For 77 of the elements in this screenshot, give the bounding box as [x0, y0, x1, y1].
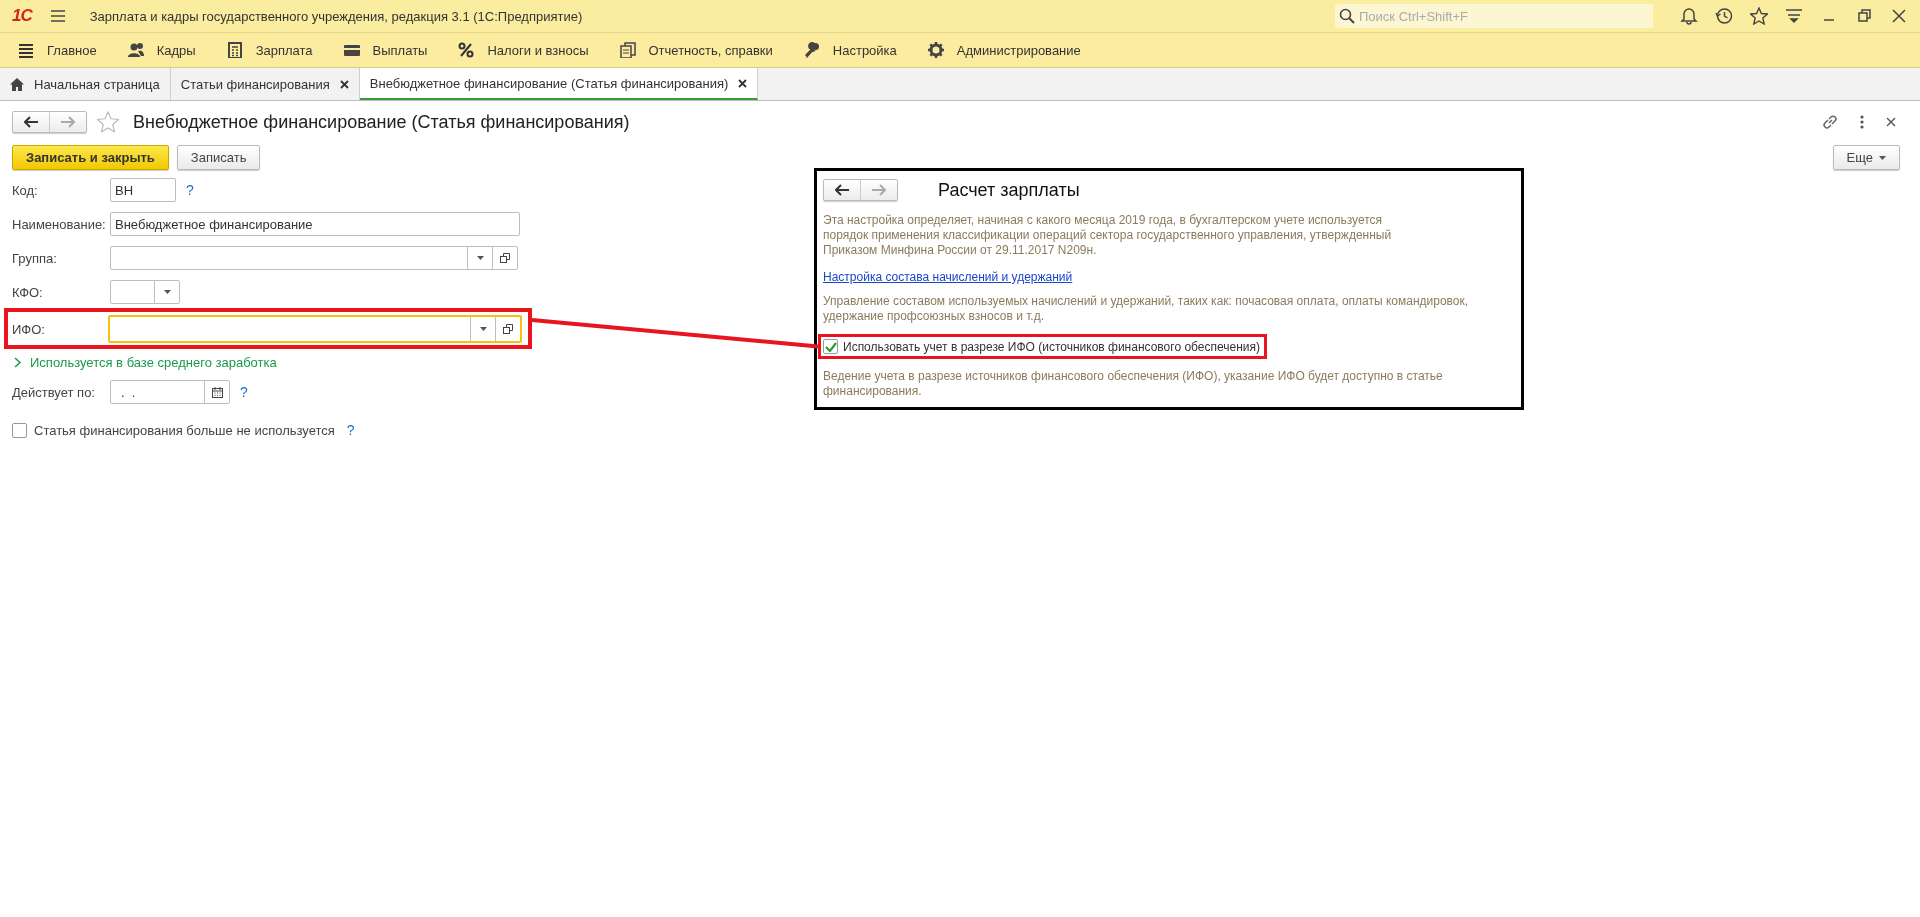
menu-item[interactable]: Выплаты — [372, 42, 428, 58]
dropdown-icon[interactable] — [163, 290, 171, 294]
calendar-icon[interactable] — [211, 386, 223, 398]
tab[interactable]: Внебюджетное финансирование (Статья финансирования) — [359, 68, 759, 100]
caret-icon — [1879, 155, 1886, 160]
save-button[interactable]: Записать — [176, 145, 261, 170]
star-icon[interactable] — [1750, 7, 1768, 25]
dropdown-icon[interactable] — [476, 256, 484, 260]
help-link[interactable]: ? — [346, 422, 355, 438]
menu-item[interactable]: Главное — [47, 42, 97, 58]
description-text: Ведение учета в разрезе источников финансового обеспечения (ИФО), указание ИФО будет доступно в статье финансирования. — [823, 369, 1444, 399]
search-icon — [1339, 8, 1355, 24]
link-icon[interactable] — [1822, 114, 1838, 130]
app-logo: 1С — [12, 6, 32, 26]
menu-icon[interactable] — [49, 9, 66, 23]
close-icon[interactable] — [339, 79, 349, 89]
arrow-left-icon — [24, 116, 38, 128]
save-and-close-button[interactable]: Записать и закрыть — [12, 145, 169, 170]
panel-title: Расчет зарплаты — [938, 179, 1080, 201]
window-title: Зарплата и кадры государственного учреждения, редакция 3.1 (1С:Предприятие) — [89, 8, 583, 24]
card-icon — [343, 42, 360, 58]
help-link[interactable]: ? — [186, 182, 194, 198]
field-label: Группа: — [12, 250, 58, 266]
select-field[interactable] — [108, 315, 522, 343]
close-icon[interactable] — [1886, 117, 1896, 127]
description-text: Эта настройка определяет, начиная с какого месяца 2019 года, в бухгалтерском учете используется порядок применения классификации операций сектора государственного управления, утвержденный Приказом Минфина России от 29.11.2017 N209н. — [823, 213, 1393, 258]
people-icon — [127, 42, 144, 58]
checkbox-label: Статья финансирования больше не используется — [34, 422, 335, 438]
field-label: Код: — [12, 182, 39, 198]
chevron-right-icon[interactable] — [14, 357, 22, 368]
menu-item[interactable]: Зарплата — [255, 42, 313, 58]
date-field[interactable]: . . — [110, 380, 230, 404]
filter-menu-icon[interactable] — [1785, 7, 1803, 25]
settings-link[interactable]: Настройка состава начислений и удержаний — [823, 270, 1073, 284]
select-field[interactable] — [110, 246, 518, 270]
field-label: КФО: — [12, 284, 44, 300]
close-icon[interactable] — [1890, 7, 1908, 25]
tab[interactable]: Статьи финансирования — [170, 68, 360, 100]
arrow-left-icon — [835, 184, 849, 196]
description-text: Управление составом используемых начислений и удержаний, таких как: почасовая оплата, оплаты командировок, удержание профсоюзных взносов и т.д. — [823, 294, 1470, 324]
star-icon[interactable] — [97, 111, 119, 133]
checkbox[interactable] — [12, 422, 27, 438]
field-label: Действует по: — [12, 384, 96, 400]
gear-icon — [927, 42, 944, 58]
documents-icon — [619, 42, 636, 58]
arrow-right-icon — [872, 184, 886, 196]
bell-icon[interactable] — [1680, 7, 1698, 25]
open-icon[interactable] — [500, 253, 510, 263]
field-label: Наименование: — [12, 216, 107, 232]
close-icon[interactable] — [738, 78, 748, 88]
more-icon[interactable] — [1860, 115, 1864, 129]
checkbox-label: Использовать учет в разрезе ИФО (источников финансового обеспечения) — [843, 339, 1260, 354]
menu-item[interactable]: Кадры — [156, 42, 196, 58]
menu-icon — [18, 42, 34, 58]
expander-link[interactable]: Используется в базе среднего заработка — [30, 355, 277, 370]
open-icon[interactable] — [503, 324, 513, 334]
menu-item[interactable]: Налоги и взносы — [487, 42, 589, 58]
checkbox[interactable] — [823, 339, 838, 354]
input-field[interactable]: Внебюджетное финансирование — [110, 212, 520, 236]
home-icon — [10, 77, 24, 91]
arrow-right-icon — [61, 116, 75, 128]
help-link[interactable]: ? — [240, 384, 248, 400]
menu-item[interactable]: Отчетность, справки — [648, 42, 773, 58]
restore-icon[interactable] — [1855, 7, 1873, 25]
check-icon — [824, 341, 837, 352]
calculator-icon — [226, 42, 243, 58]
form-title: Внебюджетное финансирование (Статья финансирования) — [133, 111, 630, 133]
menu-item[interactable]: Настройка — [832, 42, 897, 58]
tab[interactable]: Начальная страница — [0, 68, 171, 100]
more-button[interactable]: Еще — [1832, 145, 1900, 170]
input-field[interactable]: ВН — [110, 178, 176, 202]
menu-item[interactable]: Администрирование — [956, 42, 1081, 58]
history-icon[interactable] — [1715, 7, 1733, 25]
percent-icon — [458, 42, 475, 58]
field-label: ИФО: — [12, 321, 46, 337]
select-field[interactable] — [110, 280, 180, 304]
dropdown-icon[interactable] — [479, 327, 487, 331]
